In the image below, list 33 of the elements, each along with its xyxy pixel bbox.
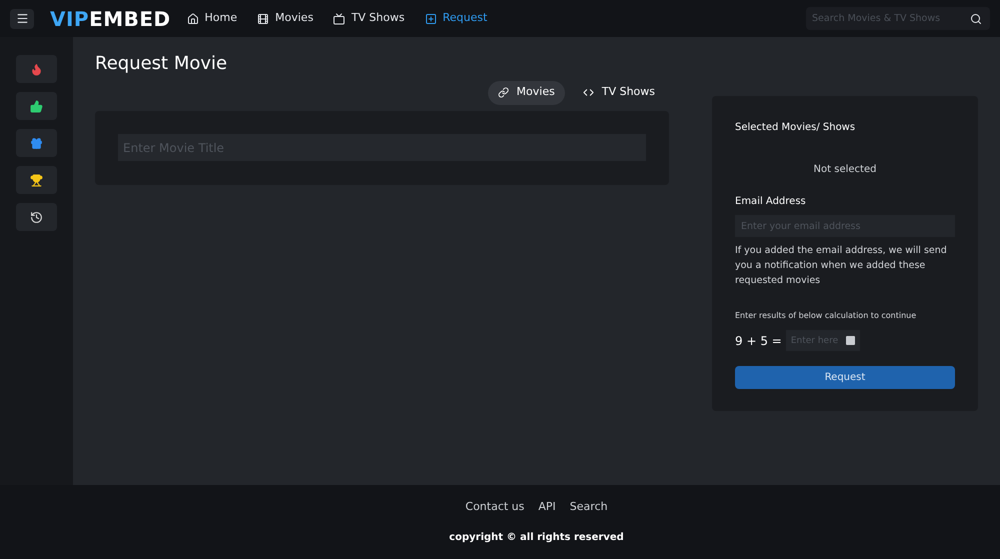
email-label: Email Address: [735, 195, 807, 209]
search-icon: [970, 12, 982, 24]
captcha-label: Enter results of below calculation to continue: [735, 310, 918, 322]
page-title: Request Movie: [95, 53, 228, 76]
captcha-question: 9 + 5 =: [735, 332, 782, 350]
selection-status: Not selected: [812, 163, 878, 177]
link-icon: [498, 87, 509, 98]
search-button[interactable]: [962, 7, 990, 30]
sidebar-button[interactable]: [16, 166, 57, 194]
home-icon: [186, 12, 199, 24]
tab[interactable]: TV Shows: [572, 80, 665, 104]
sidebar-button[interactable]: [16, 203, 57, 231]
request-button[interactable]: Request: [735, 366, 955, 389]
nav-link[interactable]: TV Shows: [333, 10, 405, 27]
nav-link[interactable]: Home: [186, 10, 238, 27]
footer-link[interactable]: Contact us: [465, 499, 524, 516]
footer-link[interactable]: API: [538, 499, 556, 516]
copyright: copyright © all rights reserved: [449, 530, 624, 544]
email-note: If you added the email address, we will send you a notification when we added these requested movies: [735, 244, 948, 288]
logo[interactable]: VIPEMBED: [50, 8, 171, 28]
film-icon: [257, 12, 270, 24]
tv-icon: [333, 12, 346, 24]
panel-heading: Selected Movies/ Shows: [735, 121, 856, 135]
menu-icon: [16, 12, 28, 25]
sidebar-button[interactable]: [16, 92, 57, 120]
plus-icon: [424, 12, 437, 24]
nav-link[interactable]: Movies: [257, 10, 314, 27]
tab[interactable]: Movies: [488, 80, 565, 104]
nav-link[interactable]: Request: [424, 10, 488, 27]
menu-button[interactable]: [10, 8, 34, 28]
code-icon: [582, 87, 594, 98]
sidebar-button[interactable]: [16, 129, 57, 157]
footer-link[interactable]: Search: [570, 499, 608, 516]
